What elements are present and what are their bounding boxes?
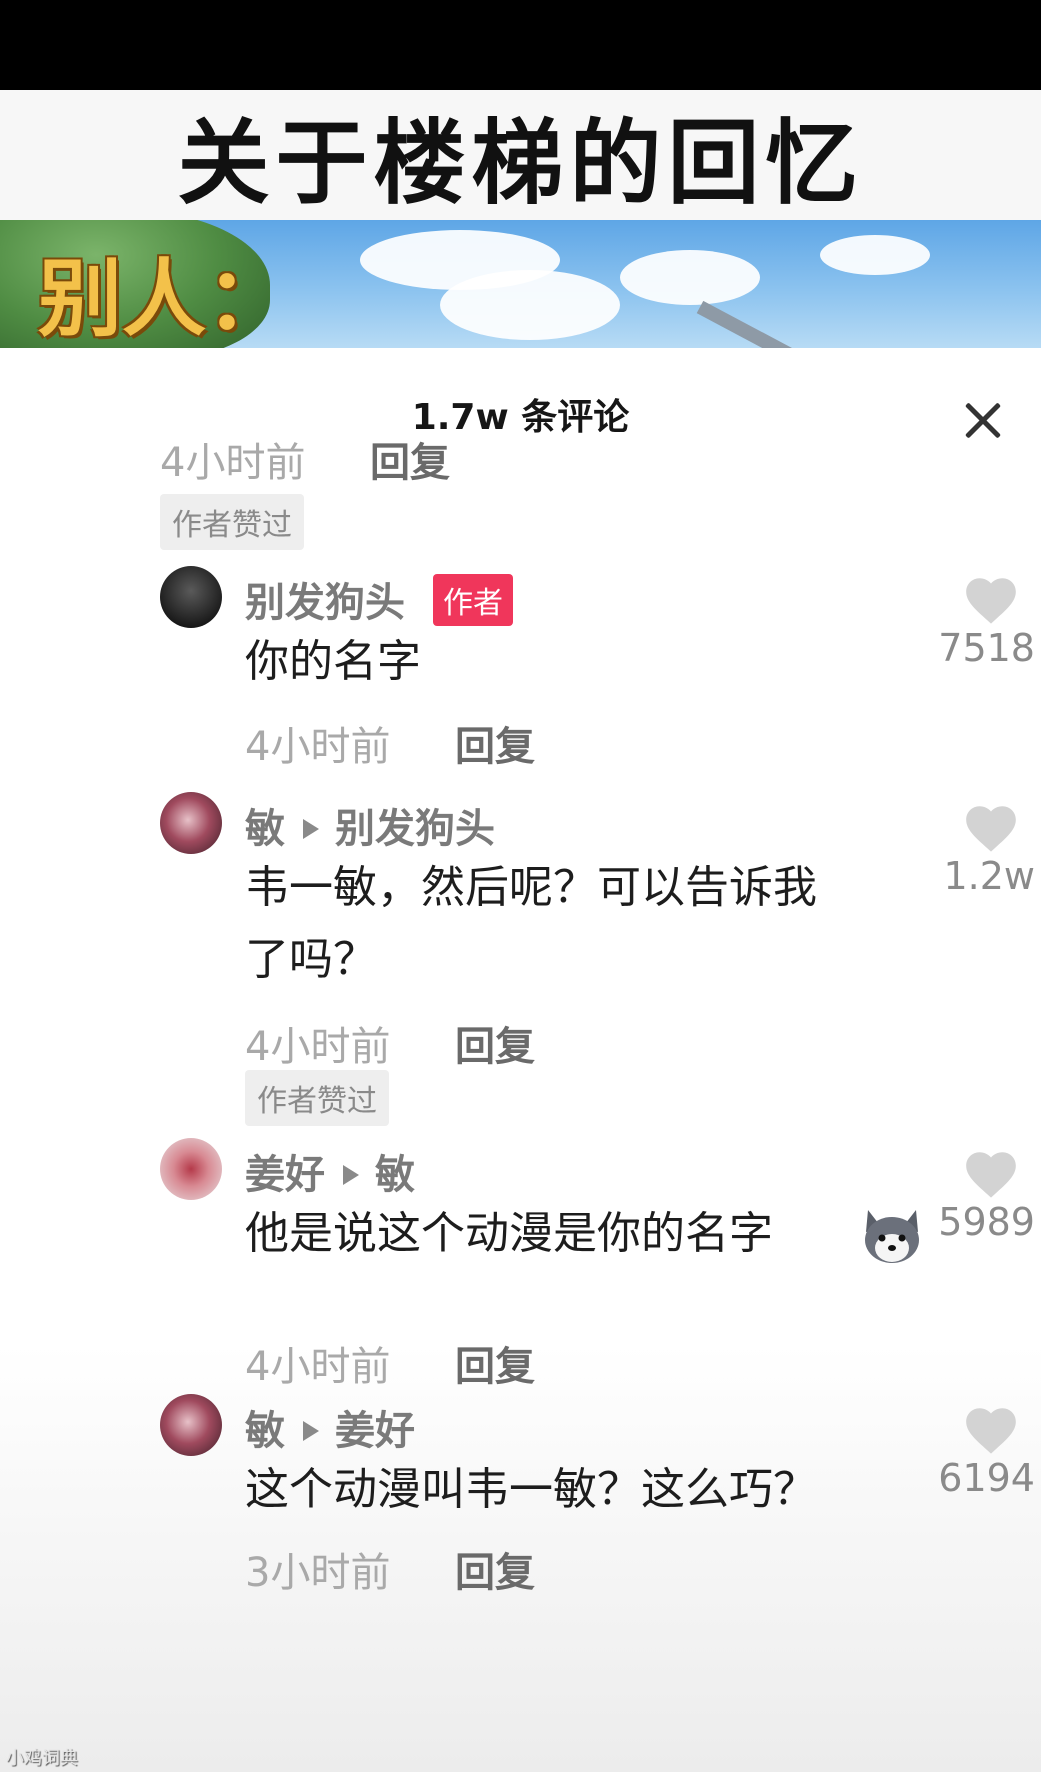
like-heart-icon[interactable] (962, 574, 1020, 626)
reply-arrow-icon (343, 1165, 359, 1185)
comment-time: 4小时前 (245, 1024, 391, 1070)
video-banner[interactable]: 别人： (0, 220, 1041, 348)
comment-count: 1.7w 条评论 (411, 397, 630, 438)
like-heart-icon[interactable] (962, 1148, 1020, 1200)
cloud (620, 250, 760, 305)
video-title-band: 关于楼梯的回忆 (0, 90, 1041, 220)
close-icon[interactable] (958, 396, 1008, 446)
like-count: 5989 (938, 1200, 1035, 1244)
comments-header: 1.7w 条评论 (0, 348, 1041, 478)
pole-image (696, 300, 1022, 348)
reply-button[interactable]: 回复 (370, 430, 450, 488)
comment-time: 3小时前 (245, 1550, 391, 1596)
avatar[interactable] (160, 1394, 222, 1456)
reply-button[interactable]: 回复 (455, 1014, 535, 1072)
comment-time: 4小时前 (245, 724, 391, 770)
like-heart-icon[interactable] (962, 802, 1020, 854)
author-liked-tag: 作者赞过 (245, 1070, 389, 1126)
author-liked-tag: 作者赞过 (160, 494, 304, 550)
reply-to-name: 敏 (375, 1152, 415, 1198)
like-count: 6194 (938, 1456, 1035, 1500)
top-black-bar (0, 0, 1041, 90)
watermark: 小鸡词典 (6, 1748, 78, 1769)
comments-panel: 1.7w 条评论 4小时前 回复 作者赞过 别发狗头 作者 你的名字 4小时前 … (0, 348, 1041, 1772)
reply-button[interactable]: 回复 (455, 1334, 535, 1392)
comment-author-name-text: 姜好 (245, 1152, 325, 1198)
video-title: 关于楼梯的回忆 (177, 109, 864, 217)
comment-author-name[interactable]: 敏 别发狗头 (245, 796, 495, 854)
comment-author-name-text: 敏 (245, 1408, 285, 1454)
like-count: 1.2w (943, 854, 1035, 898)
banner-label: 别人： (38, 250, 291, 348)
cloud (820, 235, 930, 275)
comment-text: 韦一敏，然后呢？可以告诉我 (245, 862, 817, 913)
reply-button[interactable]: 回复 (455, 1540, 535, 1598)
avatar[interactable] (160, 792, 222, 854)
comment-author-name[interactable]: 姜好 敏 (245, 1142, 415, 1200)
reply-arrow-icon (303, 1421, 319, 1441)
reply-to-name: 姜好 (335, 1408, 415, 1454)
reply-to-name: 别发狗头 (335, 806, 495, 852)
comment-author-name[interactable]: 别发狗头 (245, 570, 405, 628)
like-count: 7518 (938, 626, 1035, 670)
comment-time: 4小时前 (245, 1344, 391, 1390)
author-badge: 作者 (433, 574, 513, 626)
comment-text: 这个动漫叫韦一敏？这么巧？ (245, 1464, 817, 1515)
comment-time: 4小时前 (160, 440, 306, 486)
comment-author-name-text: 敏 (245, 806, 285, 852)
cloud (440, 270, 620, 340)
comment-text: 你的名字 (245, 636, 421, 687)
like-heart-icon[interactable] (962, 1404, 1020, 1456)
comment-text-continued: 了吗？ (245, 934, 377, 985)
reply-button[interactable]: 回复 (455, 714, 535, 772)
avatar[interactable] (160, 566, 222, 628)
avatar[interactable] (160, 1138, 222, 1200)
comment-text: 他是说这个动漫是你的名字 (245, 1208, 773, 1259)
reply-arrow-icon (303, 819, 319, 839)
comment-author-name[interactable]: 敏 姜好 (245, 1398, 415, 1456)
